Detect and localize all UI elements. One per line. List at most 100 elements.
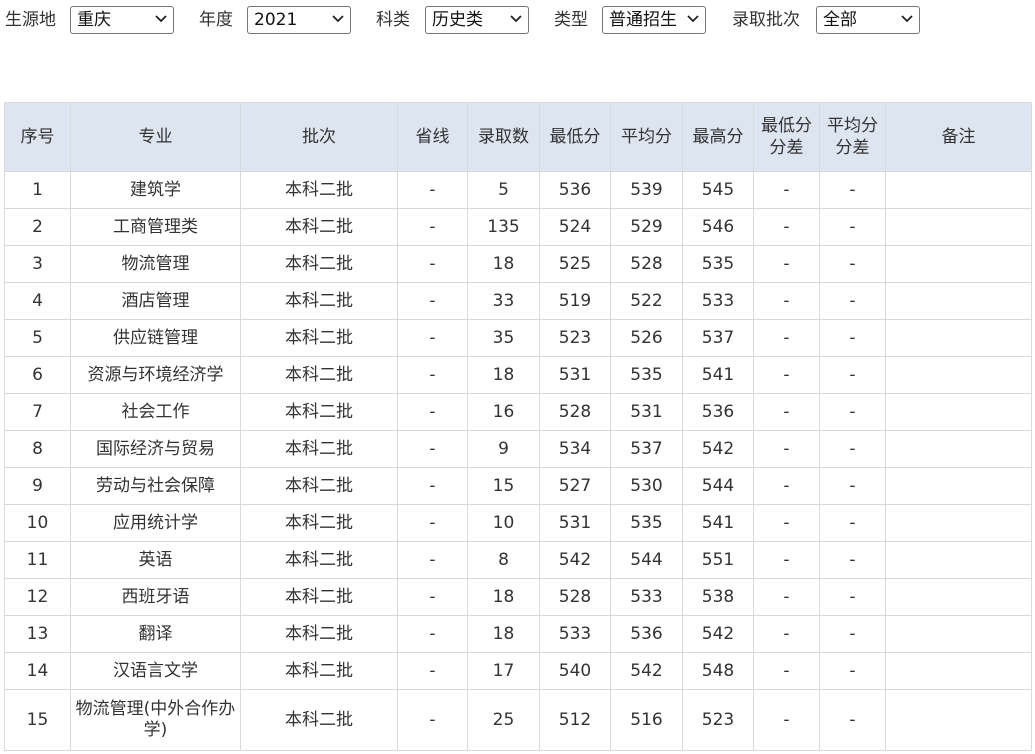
- header-avg-score: 平均分: [610, 102, 683, 172]
- table-row: 5 供应链管理 本科二批 -35 523 526 537- -: [4, 319, 1032, 357]
- header-index: 序号: [4, 102, 71, 172]
- cell-max-score: 541: [682, 504, 754, 542]
- cell-major: 社会工作: [70, 393, 241, 431]
- header-min-score-diff: 最低分分差: [753, 102, 820, 172]
- cell-batch: 本科二批: [240, 689, 398, 751]
- cell-min-score: 540: [539, 652, 611, 690]
- cell-major: 汉语言文学: [70, 652, 241, 690]
- cell-remarks: [885, 356, 1032, 394]
- cell-admitted-count: 33: [467, 282, 540, 320]
- cell-batch: 本科二批: [240, 393, 398, 431]
- batch-label: 录取批次: [732, 10, 800, 30]
- cell-province-line: -: [397, 467, 468, 505]
- cell-avg-score: 533: [610, 578, 683, 616]
- cell-max-score: 538: [682, 578, 754, 616]
- cell-province-line: -: [397, 504, 468, 542]
- cell-remarks: [885, 541, 1032, 579]
- cell-remarks: [885, 245, 1032, 283]
- cell-admitted-count: 18: [467, 356, 540, 394]
- cell-admitted-count: 35: [467, 319, 540, 357]
- cell-min-score-diff: -: [753, 393, 820, 431]
- header-min-score: 最低分: [539, 102, 611, 172]
- cell-min-score-diff: -: [753, 171, 820, 209]
- cell-major: 物流管理(中外合作办学): [70, 689, 241, 751]
- province-label: 生源地: [5, 10, 56, 30]
- cell-admitted-count: 135: [467, 208, 540, 246]
- province-select[interactable]: 重庆: [70, 6, 174, 34]
- type-select[interactable]: 普通招生: [602, 6, 706, 34]
- cell-major: 酒店管理: [70, 282, 241, 320]
- cell-min-score-diff: -: [753, 319, 820, 357]
- cell-major: 劳动与社会保障: [70, 467, 241, 505]
- cell-batch: 本科二批: [240, 615, 398, 653]
- table-row: 10 应用统计学 本科二批 -10 531 535 541- -: [4, 504, 1032, 542]
- cell-avg-score: 535: [610, 504, 683, 542]
- table-row: 6 资源与环境经济学 本科二批 -18 531 535 541- -: [4, 356, 1032, 394]
- cell-major: 英语: [70, 541, 241, 579]
- header-remarks: 备注: [885, 102, 1032, 172]
- cell-admitted-count: 18: [467, 615, 540, 653]
- cell-batch: 本科二批: [240, 319, 398, 357]
- cell-max-score: 541: [682, 356, 754, 394]
- header-batch: 批次: [240, 102, 398, 172]
- cell-avg-score-diff: -: [819, 652, 886, 690]
- cell-avg-score-diff: -: [819, 245, 886, 283]
- table-row: 8 国际经济与贸易 本科二批 -9 534 537 542- -: [4, 430, 1032, 468]
- province-select-value: 重庆: [77, 10, 111, 30]
- cell-province-line: -: [397, 282, 468, 320]
- chevron-down-icon: [155, 15, 167, 23]
- cell-batch: 本科二批: [240, 467, 398, 505]
- cell-admitted-count: 17: [467, 652, 540, 690]
- cell-avg-score-diff: -: [819, 504, 886, 542]
- subject-select[interactable]: 历史类: [425, 6, 529, 34]
- cell-remarks: [885, 689, 1032, 751]
- cell-avg-score: 530: [610, 467, 683, 505]
- cell-index: 2: [4, 208, 71, 246]
- cell-min-score-diff: -: [753, 689, 820, 751]
- cell-major: 工商管理类: [70, 208, 241, 246]
- batch-select[interactable]: 全部: [816, 6, 920, 34]
- cell-min-score-diff: -: [753, 541, 820, 579]
- cell-batch: 本科二批: [240, 541, 398, 579]
- cell-batch: 本科二批: [240, 504, 398, 542]
- cell-avg-score: 531: [610, 393, 683, 431]
- year-select-value: 2021: [254, 10, 298, 30]
- cell-min-score: 527: [539, 467, 611, 505]
- header-avg-score-diff: 平均分分差: [819, 102, 886, 172]
- cell-remarks: [885, 652, 1032, 690]
- cell-index: 5: [4, 319, 71, 357]
- cell-avg-score: 539: [610, 171, 683, 209]
- cell-index: 15: [4, 689, 71, 751]
- table-row: 12 西班牙语 本科二批 -18 528 533 538- -: [4, 578, 1032, 616]
- cell-province-line: -: [397, 430, 468, 468]
- cell-min-score-diff: -: [753, 615, 820, 653]
- table-row: 11 英语 本科二批 -8 542 544 551- -: [4, 541, 1032, 579]
- cell-admitted-count: 18: [467, 578, 540, 616]
- cell-min-score-diff: -: [753, 504, 820, 542]
- cell-avg-score-diff: -: [819, 171, 886, 209]
- cell-max-score: 536: [682, 393, 754, 431]
- cell-min-score: 525: [539, 245, 611, 283]
- subject-select-value: 历史类: [432, 10, 483, 30]
- cell-batch: 本科二批: [240, 430, 398, 468]
- cell-province-line: -: [397, 652, 468, 690]
- table-row: 1 建筑学 本科二批 -5 536 539 545- -: [4, 171, 1032, 209]
- cell-major: 西班牙语: [70, 578, 241, 616]
- cell-min-score: 542: [539, 541, 611, 579]
- table-row: 14 汉语言文学 本科二批 -17 540 542 548- -: [4, 652, 1032, 690]
- cell-remarks: [885, 208, 1032, 246]
- cell-min-score: 536: [539, 171, 611, 209]
- cell-min-score: 534: [539, 430, 611, 468]
- cell-avg-score: 528: [610, 245, 683, 283]
- header-major: 专业: [70, 102, 241, 172]
- cell-avg-score-diff: -: [819, 467, 886, 505]
- cell-batch: 本科二批: [240, 171, 398, 209]
- cell-avg-score: 544: [610, 541, 683, 579]
- cell-major: 物流管理: [70, 245, 241, 283]
- cell-min-score: 519: [539, 282, 611, 320]
- cell-index: 9: [4, 467, 71, 505]
- cell-province-line: -: [397, 541, 468, 579]
- cell-index: 7: [4, 393, 71, 431]
- year-select[interactable]: 2021: [247, 6, 351, 34]
- cell-batch: 本科二批: [240, 282, 398, 320]
